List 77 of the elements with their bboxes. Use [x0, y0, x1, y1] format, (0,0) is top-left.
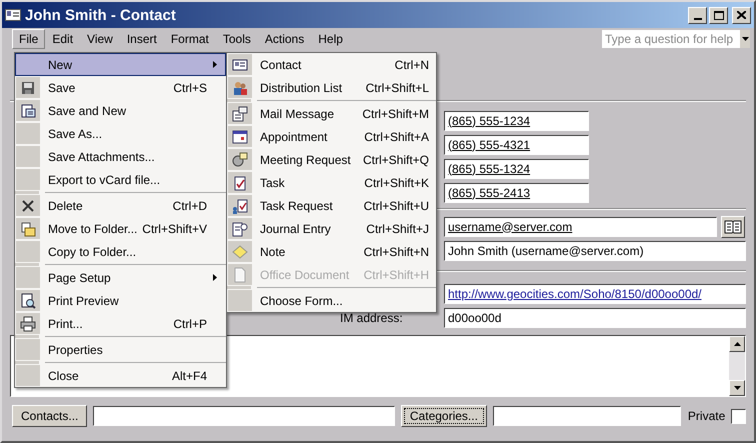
menu-item[interactable]: Meeting Request Ctrl+Shift+Q	[227, 148, 436, 171]
menu-item[interactable]: New	[15, 53, 226, 76]
menu-item[interactable]: Appointment Ctrl+Shift+A	[227, 125, 436, 148]
menu-item[interactable]: Print Preview	[15, 289, 226, 312]
submenu-arrow-icon	[213, 61, 217, 68]
minimize-icon	[694, 18, 702, 20]
folder-icon	[20, 220, 36, 236]
open-book-icon	[724, 220, 742, 234]
menu-bar-item[interactable]: Insert	[120, 29, 164, 49]
contacts-button[interactable]: Contacts...	[12, 405, 88, 427]
phone-field[interactable]: (865) 555-4321	[444, 134, 589, 154]
private-label: Private	[688, 409, 726, 423]
menu-item[interactable]: Move to Folder... Ctrl+Shift+V	[15, 217, 226, 240]
menu-bar-item[interactable]: Help	[311, 29, 350, 49]
phone-field[interactable]: (865) 555-2413	[444, 182, 589, 202]
close-icon	[737, 11, 746, 19]
task-request-icon	[232, 198, 248, 214]
dropdown-arrow-icon	[742, 37, 748, 41]
card-page-icon	[20, 102, 36, 118]
menu-bar-item[interactable]: View	[80, 29, 120, 49]
menu-item[interactable]: Save As...	[15, 122, 226, 145]
private-checkbox[interactable]	[731, 408, 746, 424]
delete-icon	[20, 198, 36, 214]
print-preview-icon	[20, 292, 36, 308]
contact-card-icon	[232, 56, 248, 72]
printer-icon	[20, 316, 36, 332]
scroll-bar[interactable]	[729, 336, 745, 396]
blank-page-icon	[232, 266, 248, 282]
menu-item[interactable]: Note Ctrl+Shift+N	[227, 240, 436, 263]
display-as-field[interactable]: John Smith (username@server.com)	[444, 240, 746, 260]
maximize-icon	[714, 10, 724, 20]
submenu-arrow-icon	[213, 274, 217, 281]
menu-bar-item[interactable]: Actions	[258, 29, 312, 49]
up-arrow-icon	[734, 342, 740, 346]
people-icon	[232, 80, 248, 96]
window-title: John Smith - Contact	[25, 6, 176, 24]
menu-item[interactable]: Copy to Folder...	[15, 240, 226, 263]
scroll-down-button[interactable]	[729, 380, 745, 396]
menu-item[interactable]: Print... Ctrl+P	[15, 312, 226, 335]
menu-item[interactable]: Choose Form...	[227, 289, 436, 312]
menu-item[interactable]: Task Request Ctrl+Shift+U	[227, 194, 436, 217]
address-book-button[interactable]	[721, 216, 745, 238]
menu-item[interactable]: Mail Message Ctrl+Shift+M	[227, 102, 436, 125]
menu-item[interactable]: Save Ctrl+S	[15, 76, 226, 99]
menu-item[interactable]: Task Ctrl+Shift+K	[227, 171, 436, 194]
help-search-field[interactable]: Type a question for help	[602, 30, 750, 48]
menu-item[interactable]: Save Attachments...	[15, 145, 226, 168]
menu-bar-item[interactable]: Edit	[45, 29, 80, 49]
im-address-field[interactable]: d00oo00d	[444, 308, 746, 328]
menu-bar-item[interactable]: Tools	[216, 29, 258, 49]
calendar-icon	[232, 128, 248, 144]
menu-item[interactable]: Close Alt+F4	[15, 364, 226, 387]
categories-field[interactable]	[492, 406, 681, 426]
phone-field[interactable]: (865) 555-1324	[444, 158, 589, 178]
menu-item[interactable]: Page Setup	[15, 266, 226, 289]
menu-bar-item[interactable]: Format	[164, 29, 216, 49]
menu-bar-item[interactable]: File	[12, 29, 46, 49]
maximize-button[interactable]	[709, 6, 728, 24]
menu-item[interactable]: Journal Entry Ctrl+Shift+J	[227, 217, 436, 240]
categories-button[interactable]: Categories...	[400, 405, 487, 427]
menu-item[interactable]: Contact Ctrl+N	[227, 53, 436, 76]
contact-card-icon	[5, 7, 21, 23]
task-icon	[232, 174, 248, 190]
menu-item[interactable]: Distribution List Ctrl+Shift+L	[227, 76, 436, 99]
contacts-field[interactable]	[93, 406, 395, 426]
scroll-up-button[interactable]	[729, 336, 745, 352]
menu-item[interactable]: Save and New	[15, 99, 226, 122]
down-arrow-icon	[734, 386, 740, 390]
minimize-button[interactable]	[688, 6, 707, 24]
menu-item[interactable]: Delete Ctrl+D	[15, 194, 226, 217]
menu-item[interactable]: Export to vCard file...	[15, 168, 226, 191]
web-page-field[interactable]: http://www.geocities.com/Soho/8150/d00oo00d/	[444, 284, 746, 304]
menu-item[interactable]: Properties	[15, 338, 226, 361]
email-field[interactable]: username@server.com	[444, 216, 717, 236]
phone-field[interactable]: (865) 555-1234	[444, 110, 589, 130]
im-address-label: IM address:	[340, 310, 404, 324]
close-button[interactable]	[732, 6, 751, 24]
